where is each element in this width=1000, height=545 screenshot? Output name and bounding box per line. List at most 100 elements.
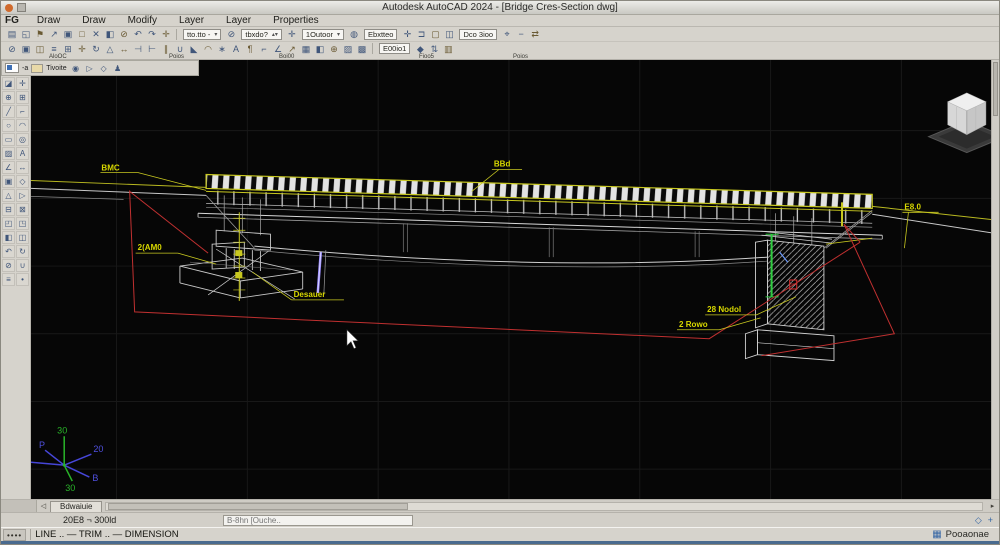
polyline-icon[interactable]: ⌐ xyxy=(16,105,29,118)
zoom-grid-icon[interactable]: ⊞ xyxy=(16,91,29,104)
model-tab[interactable]: Bdwaiuie xyxy=(50,500,103,512)
horizontal-scrollbar-thumb[interactable] xyxy=(108,502,409,510)
add-icon[interactable]: + xyxy=(988,515,993,526)
named-view-icon[interactable]: ⊐ xyxy=(414,28,428,40)
minus-box-icon[interactable]: ⊟ xyxy=(2,203,15,216)
menu-bar: FG Draw Draw Modify Layer Layer Properties xyxy=(1,15,999,27)
diamond-icon[interactable]: ◇ xyxy=(16,175,29,188)
select-icon[interactable]: ◪ xyxy=(2,77,15,90)
status-dots-icon[interactable]: •••• xyxy=(3,528,27,541)
menu-item[interactable]: Layer xyxy=(168,15,215,26)
color-chip-icon[interactable] xyxy=(5,63,19,73)
ucs-label-bottom: 30 xyxy=(65,483,75,493)
tab-scroll-left-icon[interactable]: ◁ xyxy=(37,502,50,510)
vertical-scrollbar-thumb[interactable] xyxy=(993,62,998,116)
dim-style-combo[interactable]: Ebxtteo xyxy=(364,28,398,40)
pan-icon[interactable]: ✛ xyxy=(16,77,29,90)
hatch-icon[interactable]: ▨ xyxy=(2,147,15,160)
flag-icon[interactable]: ⚑ xyxy=(33,28,47,40)
stretch-icon[interactable]: ↔ xyxy=(16,161,29,174)
grid-toggle-icon[interactable]: ▦ xyxy=(932,529,941,540)
osnap-diamond-icon[interactable]: ◇ xyxy=(975,515,982,526)
status-modes: LINE .. — TRIM .. — DIMENSION xyxy=(35,529,179,540)
minus-icon[interactable]: − xyxy=(514,28,528,40)
menu-item[interactable]: Draw xyxy=(26,15,71,26)
menu-item[interactable]: Modify xyxy=(117,15,168,26)
viewport-icon[interactable]: ◫ xyxy=(442,28,456,40)
command-input[interactable] xyxy=(223,514,413,526)
window-icon[interactable]: ▢ xyxy=(428,28,442,40)
viewport-icon[interactable]: ◳ xyxy=(16,217,29,230)
drawing-viewport[interactable]: BMC BBd E8.0 2(AM0 Desauer 28 Nodol 2 Ro… xyxy=(31,60,999,499)
copy-clip-icon[interactable]: ▣ xyxy=(61,28,75,40)
tab-row-corner xyxy=(1,500,37,512)
play-icon[interactable]: ▷ xyxy=(16,189,29,202)
undo-icon[interactable]: ↶ xyxy=(131,28,145,40)
text-icon[interactable]: A xyxy=(16,147,29,160)
label-rowo: 2 Rowo xyxy=(679,320,708,329)
layer-state-icon[interactable]: ◇ xyxy=(98,64,110,73)
erase-icon[interactable]: ⊘ xyxy=(117,28,131,40)
triangle-icon[interactable]: △ xyxy=(2,189,15,202)
new-file-icon[interactable]: ▤ xyxy=(5,28,19,40)
toolbar-modify: ⊘ ▣ ◫ ≡ ⊞ ✛ ↻ △ ↔ ⊣ ⊢ ∥ ∪ ◣ ◠ ∗ A ¶ ⌐ ∠ ↗ ▦ ◧ ⊕ ▨ ▩ E00io1 ◆ ⇅ ▥ Al… xyxy=(1,42,999,60)
label-desauer: Desauer xyxy=(294,290,326,299)
menu-item[interactable]: Properties xyxy=(262,15,330,26)
close-box-icon[interactable]: ⊠ xyxy=(16,203,29,216)
bridge-drawing-svg: BMC BBd E8.0 2(AM0 Desauer 28 Nodol 2 Ro… xyxy=(31,60,999,499)
cut-icon[interactable]: ✕ xyxy=(89,28,103,40)
move-crosshair-icon[interactable]: ✛ xyxy=(285,28,299,40)
visibility-icon[interactable]: ◉ xyxy=(70,64,82,73)
copy-icon[interactable]: ▣ xyxy=(2,175,15,188)
menu-item[interactable]: Draw xyxy=(71,15,116,26)
style-combo[interactable]: tbxdo? ▴▾ xyxy=(241,28,282,40)
menu-item[interactable]: Layer xyxy=(215,15,262,26)
join-icon[interactable]: ∪ xyxy=(16,259,29,272)
user-icon[interactable]: ♟ xyxy=(112,64,124,73)
rectangle-icon[interactable]: ▭ xyxy=(2,133,15,146)
toolbar-standard: ▤ ◱ ⚑ ↗ ▣ □ ✕ ◧ ⊘ ↶ ↷ ✛ tto.tto - ▾ ⊘ tbxdo? ▴▾ ✛ 1Ou… xyxy=(1,27,999,42)
block-icon[interactable]: ◧ xyxy=(2,231,15,244)
circle-icon[interactable]: ○ xyxy=(2,119,15,132)
redo-icon[interactable]: ↻ xyxy=(16,245,29,258)
object-snap-icon[interactable]: ⌖ xyxy=(500,28,514,40)
main-area: ◪ ✛ ⊕ ⊞ ╱ ⌐ ○ ◠ ▭ ◎ ▨ A ∠ ↔ ▣ ◇ △ ▷ ⊟ ⊠ ◰ ◳ ◧ ◫ ↶ ↻ ⊘ ∪ ≡ • xyxy=(1,60,999,499)
angle-icon[interactable]: ∠ xyxy=(2,161,15,174)
line-icon[interactable]: ╱ xyxy=(2,105,15,118)
layer-off-icon[interactable]: ⊘ xyxy=(224,28,238,40)
tab-scroll-right-icon[interactable]: ▸ xyxy=(986,502,999,510)
arc-icon[interactable]: ◠ xyxy=(16,119,29,132)
pan-icon[interactable]: ✛ xyxy=(159,28,173,40)
text-style-combo[interactable]: 1Outoor ▾ xyxy=(301,28,345,40)
erase-icon[interactable]: ⊘ xyxy=(2,259,15,272)
point-icon[interactable]: • xyxy=(16,273,29,286)
layer-swatch-icon[interactable] xyxy=(31,63,44,73)
view-combo[interactable]: Dco 3ioo xyxy=(459,28,498,40)
app-logo: FG xyxy=(5,15,19,26)
horizontal-scrollbar[interactable] xyxy=(105,501,983,511)
ucs-swap-icon[interactable]: ⇄ xyxy=(528,28,542,40)
autocad-window: Autodesk AutoCAD 2024 - [Bridge Cres-Sec… xyxy=(0,0,1000,545)
vertical-scrollbar[interactable] xyxy=(991,60,999,499)
layer-mini-toolbar: -a Tivoite ◉ ▷ ◇ ♟ xyxy=(1,60,199,76)
paste-icon[interactable]: □ xyxy=(75,28,89,40)
open-folder-icon[interactable]: ◱ xyxy=(19,28,33,40)
sphere-icon[interactable]: ◍ xyxy=(347,28,361,40)
zoom-in-icon[interactable]: ⊕ xyxy=(2,91,15,104)
offset-icon[interactable]: ≡ xyxy=(2,273,15,286)
command-line-row: 20E8 ¬ 300ld ◇ + xyxy=(1,512,999,527)
ucs-label-top: 30 xyxy=(57,425,67,435)
edit-combo[interactable]: E00io1 xyxy=(379,43,411,54)
stamp-icon[interactable]: ◧ xyxy=(103,28,117,40)
mirror-icon[interactable]: ◫ xyxy=(16,231,29,244)
leader-arrow-icon[interactable]: ↗ xyxy=(47,28,61,40)
undo-icon[interactable]: ↶ xyxy=(2,245,15,258)
redo-icon[interactable]: ↷ xyxy=(145,28,159,40)
label-bmc: BMC xyxy=(101,164,120,173)
ellipse-icon[interactable]: ◎ xyxy=(16,133,29,146)
ucs-label-p: P xyxy=(39,440,45,450)
plot-triangle-icon[interactable]: ▷ xyxy=(84,64,96,73)
layer-combo[interactable]: tto.tto - ▾ xyxy=(183,28,222,40)
pan-all-icon[interactable]: ✛ xyxy=(400,28,414,40)
region-icon[interactable]: ◰ xyxy=(2,217,15,230)
